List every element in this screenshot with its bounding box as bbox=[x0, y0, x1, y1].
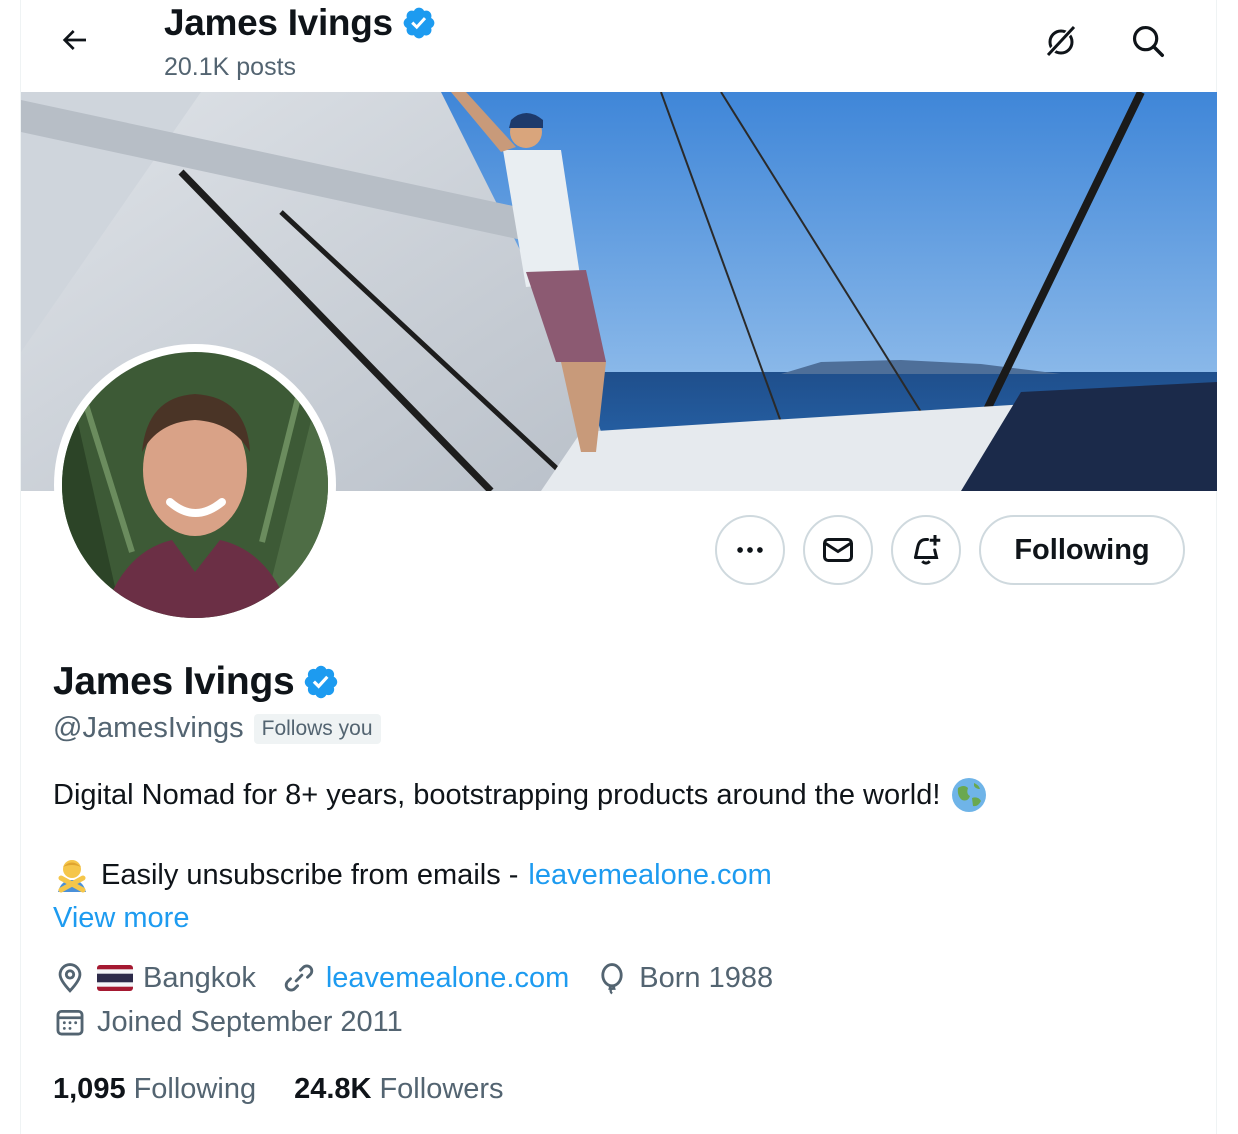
bio-text-2: Easily unsubscribe from emails - bbox=[101, 858, 519, 891]
following-label: Following bbox=[133, 1073, 257, 1105]
birthday-item: Born 1988 bbox=[595, 961, 773, 995]
link-icon bbox=[284, 964, 314, 992]
bell-plus-icon bbox=[914, 535, 941, 565]
following-stat[interactable]: 1,095 Following bbox=[53, 1073, 256, 1106]
message-button[interactable] bbox=[803, 515, 873, 585]
location-item: Bangkok bbox=[53, 961, 256, 995]
joined-text: Joined September 2011 bbox=[97, 1005, 403, 1038]
follow-stats: 1,095 Following 24.8K Followers bbox=[53, 1073, 504, 1106]
website-link[interactable]: leavemealone.com bbox=[326, 962, 569, 995]
bio-link[interactable]: leavemealone.com bbox=[528, 859, 771, 892]
avatar[interactable] bbox=[62, 352, 328, 618]
header-name-text: James Ivings bbox=[164, 2, 393, 43]
arrow-left-icon bbox=[62, 30, 86, 50]
envelope-icon bbox=[823, 538, 853, 562]
calendar-icon bbox=[56, 1009, 84, 1036]
profile-name-text: James Ivings bbox=[53, 660, 295, 703]
verified-badge-icon[interactable] bbox=[302, 663, 340, 701]
bio-line-1: Digital Nomad for 8+ years, bootstrappin… bbox=[53, 776, 988, 814]
no-gesture-emoji-icon bbox=[58, 860, 86, 893]
followers-label: Followers bbox=[379, 1073, 504, 1105]
following-button[interactable]: Following bbox=[979, 515, 1185, 585]
profile-meta-row-joined: Joined September 2011 bbox=[53, 1005, 429, 1039]
follows-you-badge: Follows you bbox=[253, 713, 381, 744]
joined-item: Joined September 2011 bbox=[53, 1005, 403, 1039]
verified-badge-icon bbox=[403, 7, 435, 39]
back-button[interactable] bbox=[52, 18, 96, 62]
following-count: 1,095 bbox=[53, 1073, 126, 1105]
notify-button[interactable] bbox=[891, 515, 961, 585]
search-button[interactable] bbox=[1125, 18, 1171, 64]
followers-stat[interactable]: 24.8K Followers bbox=[294, 1073, 503, 1106]
more-button[interactable] bbox=[715, 515, 785, 585]
search-icon bbox=[1132, 25, 1164, 57]
globe-emoji-icon bbox=[952, 778, 987, 812]
profile-meta-row: Bangkok leavemealone.com Born 1988 bbox=[53, 961, 799, 995]
header-title: James Ivings bbox=[164, 2, 437, 44]
header-post-count: 20.1K posts bbox=[164, 53, 297, 81]
profile-name: James Ivings bbox=[53, 660, 340, 704]
bio-line-2: Easily unsubscribe from emails - leaveme… bbox=[53, 856, 772, 894]
born-text: Born 1988 bbox=[639, 961, 774, 994]
bio-text-1: Digital Nomad for 8+ years, bootstrappin… bbox=[53, 778, 941, 811]
location-text: Bangkok bbox=[143, 961, 256, 994]
grok-button[interactable] bbox=[1038, 18, 1084, 64]
balloon-icon bbox=[601, 963, 623, 995]
handle-row: @JamesIvings Follows you bbox=[53, 712, 381, 745]
profile-handle: @JamesIvings bbox=[53, 712, 244, 744]
view-more-link[interactable]: View more bbox=[53, 902, 189, 935]
location-pin-icon bbox=[58, 963, 82, 993]
thailand-flag-icon bbox=[97, 965, 133, 991]
grok-icon bbox=[1045, 24, 1077, 58]
followers-count: 24.8K bbox=[294, 1073, 372, 1105]
website-item: leavemealone.com bbox=[282, 961, 569, 995]
more-dots-icon bbox=[737, 547, 763, 553]
